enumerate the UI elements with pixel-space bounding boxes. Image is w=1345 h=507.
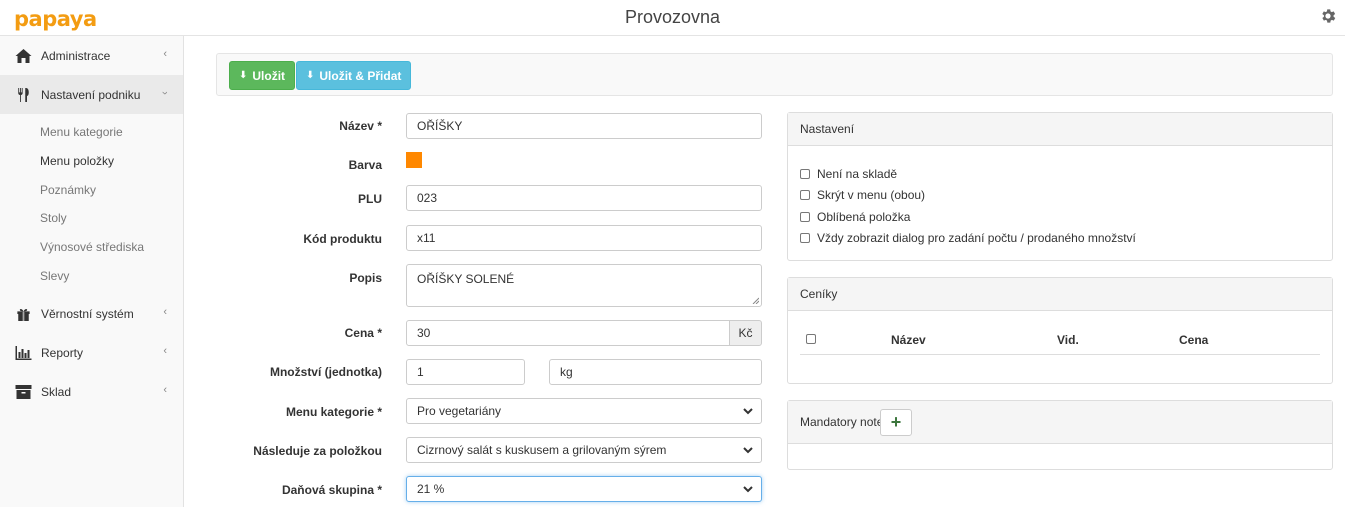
save-button-label: Uložit <box>252 68 286 83</box>
currency-addon: Kč <box>729 320 762 346</box>
menu-category-select[interactable]: Pro vegetariány <box>406 398 762 424</box>
settings-panel: Nastavení Není na skladě Skrýt v menu (o… <box>787 112 1333 261</box>
sidebar-subitem-vynosove-strediska[interactable]: Výnosové střediska <box>0 233 183 262</box>
sidebar-item-vernostni-system[interactable]: Věrnostní systém ‹ <box>0 294 183 333</box>
description-textarea[interactable]: OŘÍŠKY SOLENÉ <box>406 264 762 307</box>
option-favorite-item[interactable]: Oblíbená položka <box>800 210 910 224</box>
sidebar-subitem-poznamky[interactable]: Poznámky <box>0 175 183 204</box>
price-input[interactable]: 30 <box>406 320 730 346</box>
sidebar-item-label: Věrnostní systém <box>41 306 134 321</box>
tax-group-value: 21 % <box>417 482 445 496</box>
name-label: Název * <box>339 119 382 133</box>
add-mandatory-note-button[interactable]: + <box>880 409 912 436</box>
option-label: Není na skladě <box>817 167 898 181</box>
checkbox[interactable] <box>800 233 810 243</box>
form-toolbar: ⬇ Uložit ⬇ Uložit & Přidat <box>216 53 1333 96</box>
quantity-input[interactable]: 1 <box>406 359 525 385</box>
sidebar-submenu: Menu kategorie Menu položky Poznámky Sto… <box>0 114 183 294</box>
chevron-down-icon: ‹ <box>159 91 172 95</box>
menu-category-value: Pro vegetariány <box>417 404 502 418</box>
sidebar-subitem-stoly[interactable]: Stoly <box>0 204 183 233</box>
column-header-name[interactable]: Název <box>891 333 926 347</box>
checkbox[interactable] <box>800 212 810 222</box>
option-label: Skrýt v menu (obou) <box>817 188 926 202</box>
checkbox[interactable] <box>800 190 810 200</box>
top-bar: papaya Provozovna <box>0 0 1345 36</box>
mandatory-note-panel: Mandatory note + <box>787 400 1333 470</box>
download-icon: ⬇ <box>239 70 248 81</box>
quantity-label: Množství (jednotka) <box>269 365 382 379</box>
tax-group-select[interactable]: 21 % <box>406 476 762 502</box>
page-title: Provozovna <box>624 7 721 27</box>
sidebar-item-reporty[interactable]: Reporty ‹ <box>0 333 183 372</box>
menu-category-label: Menu kategorie * <box>285 405 382 419</box>
option-always-show-quantity-dialog[interactable]: Vždy zobrazit dialog pro zadání počtu / … <box>800 231 1136 245</box>
sidebar: Administrace ‹ Nastavení podniku ‹ Menu … <box>0 36 184 507</box>
chevron-down-icon <box>743 447 753 454</box>
color-label: Barva <box>348 158 382 172</box>
select-all-checkbox[interactable] <box>806 334 816 344</box>
chevron-down-icon <box>743 486 753 493</box>
sidebar-item-label: Reporty <box>41 345 84 360</box>
unit-input[interactable]: kg <box>549 359 762 385</box>
option-label: Vždy zobrazit dialog pro zadání počtu / … <box>817 231 1136 245</box>
option-label: Oblíbená položka <box>817 210 911 224</box>
sidebar-item-label: Nastavení podniku <box>41 87 141 102</box>
follows-item-value: Cizrnový salát s kuskusem a grilovaným s… <box>417 443 667 457</box>
sidebar-item-label: Administrace <box>41 48 111 63</box>
resize-handle-icon[interactable] <box>751 296 759 304</box>
plu-label: PLU <box>358 192 382 206</box>
mandatory-note-title: Mandatory note <box>800 415 884 429</box>
home-icon <box>15 48 32 63</box>
name-input[interactable]: OŘÍŠKY <box>406 113 762 139</box>
pricelists-panel: Ceníky Název Vid. Cena <box>787 277 1333 384</box>
gear-icon[interactable] <box>1319 7 1337 25</box>
sidebar-item-nastaveni-podniku[interactable]: Nastavení podniku ‹ <box>0 75 183 114</box>
save-button[interactable]: ⬇ Uložit <box>229 61 296 90</box>
chevron-left-icon: ‹ <box>163 345 167 358</box>
pricelists-panel-title: Ceníky <box>788 278 1332 311</box>
gift-icon <box>17 308 30 321</box>
chevron-left-icon: ‹ <box>163 48 167 60</box>
sidebar-subitem-menu-polozky[interactable]: Menu položky <box>0 147 183 176</box>
description-label: Popis <box>349 271 382 285</box>
column-header-price[interactable]: Cena <box>1179 333 1208 347</box>
sidebar-subitem-slevy[interactable]: Slevy <box>0 261 183 290</box>
follows-item-label: Následuje za položkou <box>253 444 382 458</box>
product-code-label: Kód produktu <box>303 232 382 246</box>
option-hide-in-menu[interactable]: Skrýt v menu (obou) <box>800 188 925 202</box>
description-text: OŘÍŠKY SOLENÉ <box>417 272 515 286</box>
tax-group-label: Daňová skupina * <box>281 483 382 497</box>
sidebar-subitem-menu-kategorie[interactable]: Menu kategorie <box>0 118 183 147</box>
price-label: Cena * <box>344 326 382 340</box>
product-code-input[interactable]: x11 <box>406 225 762 251</box>
mandatory-note-panel-header: Mandatory note <box>788 401 1332 444</box>
archive-icon <box>15 384 32 399</box>
table-divider <box>800 354 1320 355</box>
chevron-down-icon <box>743 408 753 415</box>
save-and-add-button-label: Uložit & Přidat <box>319 68 402 83</box>
plu-input[interactable]: 023 <box>406 185 762 211</box>
sidebar-item-sklad[interactable]: Sklad ‹ <box>0 372 183 411</box>
settings-panel-title: Nastavení <box>788 113 1332 146</box>
option-not-in-stock[interactable]: Není na skladě <box>800 167 897 181</box>
color-swatch[interactable] <box>406 152 422 168</box>
cutlery-icon <box>18 87 29 102</box>
chevron-left-icon: ‹ <box>163 306 167 319</box>
bar-chart-icon <box>15 345 32 360</box>
follows-item-select[interactable]: Cizrnový salát s kuskusem a grilovaným s… <box>406 437 762 463</box>
sidebar-item-label: Sklad <box>41 384 72 399</box>
save-and-add-button[interactable]: ⬇ Uložit & Přidat <box>296 61 412 90</box>
column-header-visible[interactable]: Vid. <box>1057 333 1079 347</box>
sidebar-item-administrace[interactable]: Administrace ‹ <box>0 36 183 75</box>
chevron-left-icon: ‹ <box>163 384 167 397</box>
download-icon: ⬇ <box>306 70 315 81</box>
checkbox[interactable] <box>800 169 810 179</box>
